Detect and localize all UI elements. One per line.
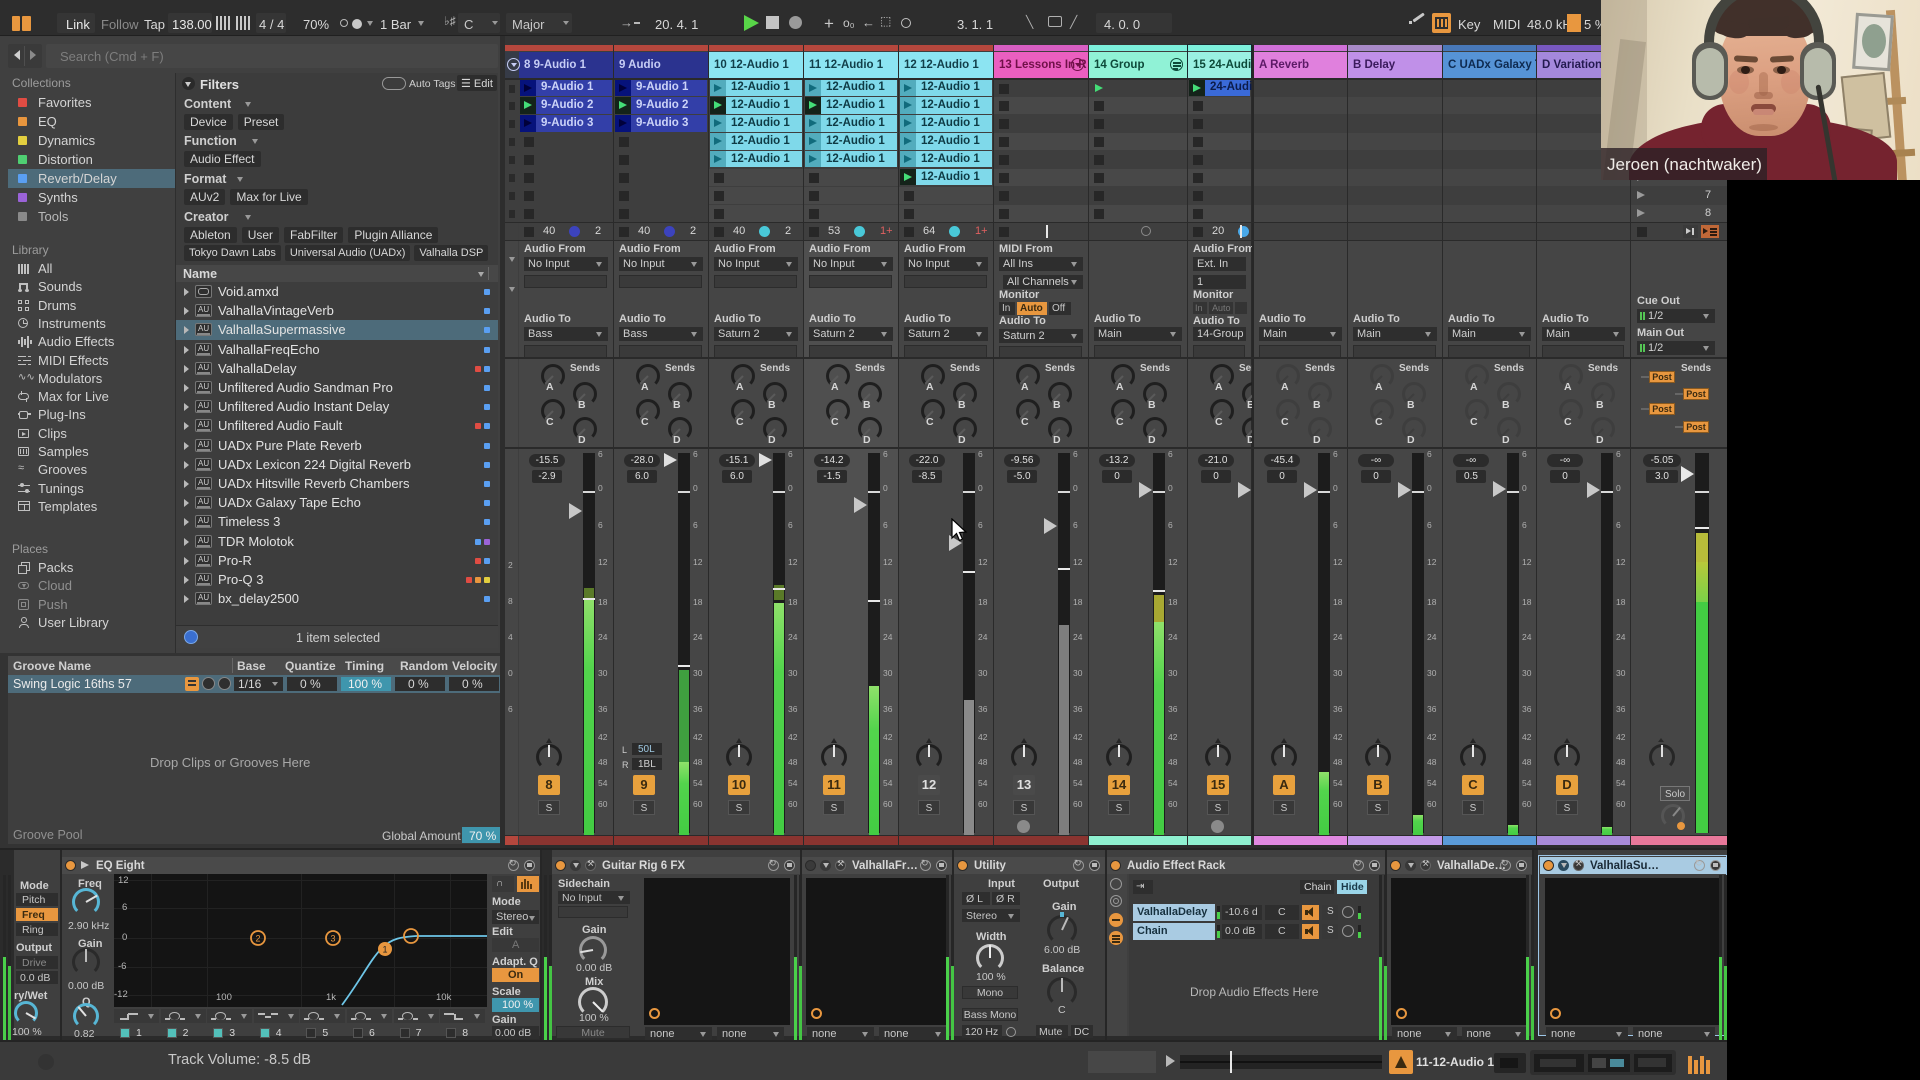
svg-text:2: 2 <box>255 934 260 944</box>
svg-text:3: 3 <box>330 934 335 944</box>
svg-text:1: 1 <box>382 945 387 955</box>
